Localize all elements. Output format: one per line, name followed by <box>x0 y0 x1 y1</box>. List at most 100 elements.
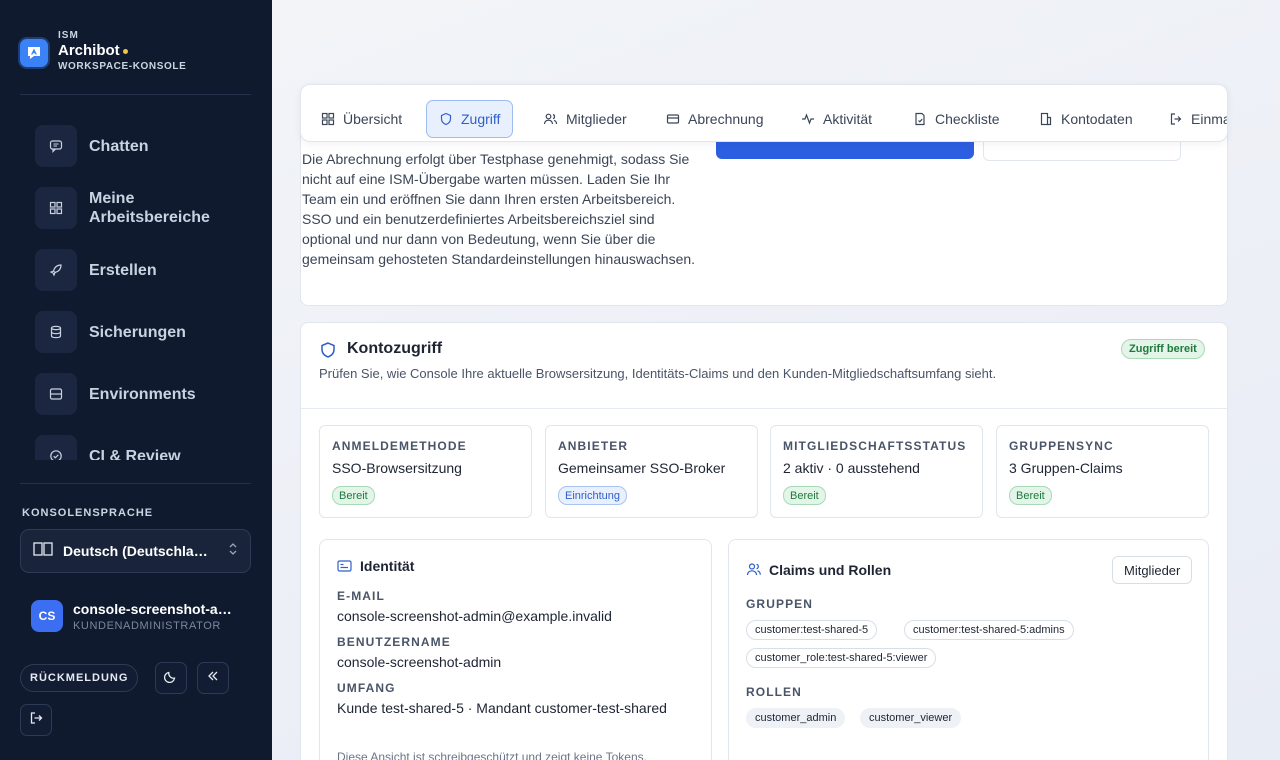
archibot-logo-icon <box>20 39 48 67</box>
collapse-sidebar-button[interactable] <box>197 662 229 694</box>
sidebar-item-label: CI & Review <box>89 447 181 461</box>
sidebar-item-chatten[interactable]: Chatten <box>35 125 229 167</box>
grid-icon <box>321 112 335 126</box>
sidebar: ISM Archibot WORKSPACE-KONSOLE Chatten M… <box>0 0 272 760</box>
status-badge: Zugriff bereit <box>1121 339 1205 359</box>
status-badge: Bereit <box>1009 486 1052 505</box>
tab-aktivitaet[interactable]: Aktivität <box>789 100 884 138</box>
sidebar-nav: Chatten Meine Arbeitsbereiche Erstellen … <box>0 112 272 460</box>
group-chip: customer_role:test-shared-5:viewer <box>746 648 937 668</box>
sidebar-item-environments[interactable]: Environments <box>35 373 229 415</box>
book-icon <box>33 541 53 562</box>
feedback-button[interactable]: RÜCKMELDUNG <box>20 664 139 692</box>
language-select[interactable]: Deutsch (Deutschland) <box>20 529 251 573</box>
language-selected-value: Deutsch (Deutschland) <box>63 543 213 559</box>
role-chip: customer_admin <box>746 708 846 728</box>
stat-value: Gemeinsamer SSO-Broker <box>558 460 726 476</box>
checklist-icon <box>915 112 925 126</box>
tab-label: Übersicht <box>343 111 403 127</box>
tab-label: Kontodaten <box>1061 111 1133 127</box>
grid-icon <box>35 187 77 229</box>
divider <box>301 408 1227 409</box>
sidebar-item-label: Meine Arbeitsbereiche <box>89 190 210 226</box>
tab-uebersicht[interactable]: Übersicht <box>309 100 414 138</box>
section-tabs: Übersicht Zugriff Mitglieder Abrechnung … <box>300 84 1228 142</box>
stat-value: 2 aktiv · 0 ausstehend <box>783 460 920 476</box>
username-value: console-screenshot-admin <box>337 654 502 670</box>
stat-value: SSO-Browsersitzung <box>332 460 462 476</box>
stat-value: 3 Gruppen-Claims <box>1009 460 1123 476</box>
tab-mitglieder[interactable]: Mitglieder <box>531 100 639 138</box>
sidebar-item-ci-review[interactable]: CI & Review <box>35 435 229 460</box>
users-icon <box>746 562 762 582</box>
sidebar-divider <box>20 94 251 95</box>
group-chip: customer:test-shared-5 <box>746 620 878 640</box>
tab-zugriff[interactable]: Zugriff <box>426 100 514 138</box>
card-icon <box>666 114 680 124</box>
identity-title: Identität <box>360 558 415 574</box>
tab-einmal[interactable]: Einmal <box>1157 100 1227 138</box>
stat-label: GRUPPENSYNC <box>1009 439 1114 453</box>
sidebar-item-label: Chatten <box>89 137 149 155</box>
main-content: Die Abrechnung erfolgt über Testphase ge… <box>272 0 1280 760</box>
sign-in-icon <box>1170 113 1182 125</box>
sidebar-item-label: Sicherungen <box>89 323 186 341</box>
tab-abrechnung[interactable]: Abrechnung <box>654 100 776 138</box>
email-label: E-MAIL <box>337 589 385 603</box>
tab-label: Abrechnung <box>688 111 764 127</box>
sidebar-item-sicherungen[interactable]: Sicherungen <box>35 311 229 353</box>
sidebar-divider <box>20 483 251 484</box>
user-profile[interactable]: CS console-screenshot-admin KUNDENADMINI… <box>31 600 238 632</box>
sidebar-item-label: Environments <box>89 385 196 403</box>
section-description: Prüfen Sie, wie Console Ihre aktuelle Br… <box>319 366 997 381</box>
tab-kontodaten[interactable]: Kontodaten <box>1027 100 1145 138</box>
brand-name: Archibot <box>58 42 120 59</box>
theme-toggle-button[interactable] <box>155 662 187 694</box>
role-chip: customer_viewer <box>860 708 962 728</box>
status-badge: Einrichtung <box>558 486 628 505</box>
server-icon <box>35 373 77 415</box>
tab-label: Checkliste <box>935 111 1000 127</box>
logout-icon <box>29 711 43 730</box>
brand-subtitle: WORKSPACE-KONSOLE <box>58 61 187 72</box>
database-icon <box>35 311 77 353</box>
status-dot <box>122 48 128 54</box>
identity-card: Identität E-MAIL console-screenshot-admi… <box>319 539 712 760</box>
rocket-icon <box>35 249 77 291</box>
username-label: BENUTZERNAME <box>337 635 451 649</box>
stat-card-anbieter: ANBIETER Gemeinsamer SSO-Broker Einricht… <box>545 425 758 518</box>
tab-label: Zugriff <box>461 111 501 127</box>
language-section-title: KONSOLENSPRACHE <box>22 507 154 519</box>
section-title: Kontozugriff <box>347 340 443 357</box>
intro-text: Die Abrechnung erfolgt über Testphase ge… <box>302 151 696 267</box>
status-badge: Bereit <box>783 486 826 505</box>
sidebar-item-erstellen[interactable]: Erstellen <box>35 249 229 291</box>
activity-icon <box>802 113 814 125</box>
scope-label: UMFANG <box>337 681 396 695</box>
members-button[interactable]: Mitglieder <box>1112 556 1193 584</box>
roles-label: ROLLEN <box>746 685 802 699</box>
email-value: console-screenshot-admin@example.invalid <box>337 608 612 624</box>
sidebar-item-label: Erstellen <box>89 261 157 279</box>
building-icon <box>1040 112 1052 126</box>
user-role: KUNDENADMINISTRATOR <box>73 619 221 632</box>
stat-card-mitgliedschaftsstatus: MITGLIEDSCHAFTSSTATUS 2 aktiv · 0 ausste… <box>770 425 983 518</box>
sidebar-item-meine-arbeitsbereiche[interactable]: Meine Arbeitsbereiche <box>35 187 229 229</box>
stat-label: ANMELDEMETHODE <box>332 439 467 453</box>
shield-icon <box>440 112 452 126</box>
tab-checkliste[interactable]: Checkliste <box>901 100 1012 138</box>
brand[interactable]: ISM Archibot WORKSPACE-KONSOLE <box>20 30 186 74</box>
claims-title: Claims und Rollen <box>769 562 892 578</box>
double-chevron-left-icon <box>206 669 220 688</box>
user-name: console-screenshot-admin <box>73 600 238 617</box>
stat-label: MITGLIEDSCHAFTSSTATUS <box>783 439 967 453</box>
chevron-up-down-icon <box>228 542 238 561</box>
tab-label: Einmal <box>1191 111 1227 127</box>
avatar: CS <box>31 600 63 632</box>
claims-roles-card: Claims und Rollen Mitglieder GRUPPEN cus… <box>728 539 1209 760</box>
logout-button[interactable] <box>20 704 52 736</box>
stat-card-gruppensync: GRUPPENSYNC 3 Gruppen-Claims Bereit <box>996 425 1209 518</box>
stat-card-anmeldemethode: ANMELDEMETHODE SSO-Browsersitzung Bereit <box>319 425 532 518</box>
users-icon <box>543 113 558 125</box>
scope-value: Kunde test-shared-5 · Mandant customer-t… <box>337 700 667 716</box>
